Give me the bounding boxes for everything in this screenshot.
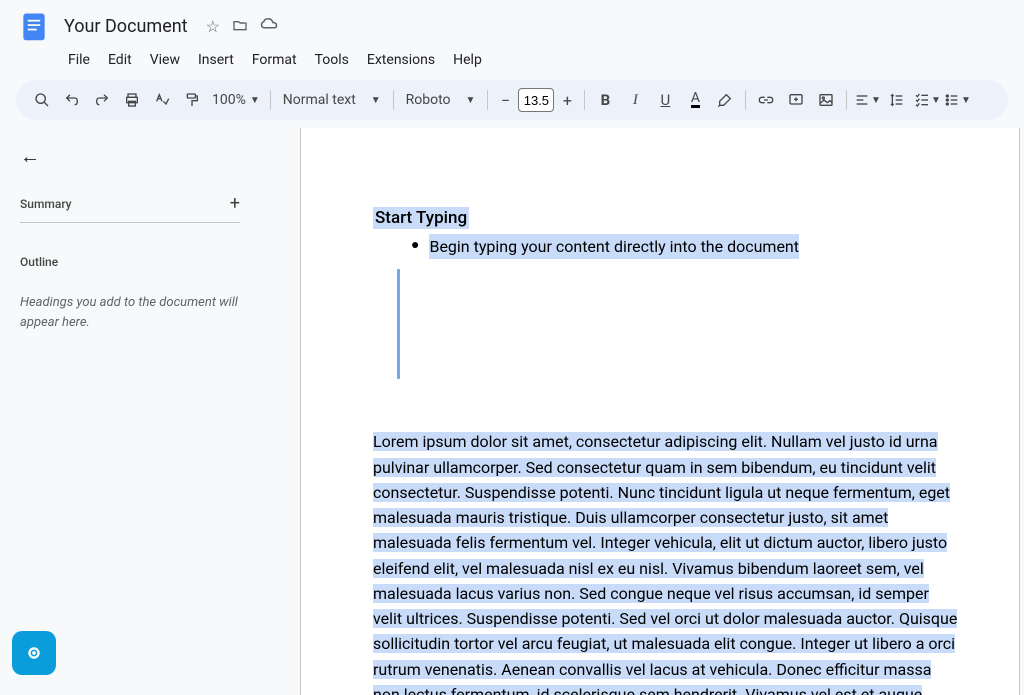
decrease-font-size-button[interactable]: −: [494, 86, 516, 114]
zoom-select[interactable]: 100% ▼: [208, 92, 264, 108]
outline-hint-text: Headings you add to the document will ap…: [20, 293, 240, 332]
print-icon[interactable]: [118, 86, 146, 114]
insert-link-button[interactable]: [752, 86, 780, 114]
menu-view[interactable]: View: [142, 48, 188, 72]
spellcheck-icon[interactable]: [148, 86, 176, 114]
paint-format-icon[interactable]: [178, 86, 206, 114]
menu-edit[interactable]: Edit: [100, 48, 140, 72]
search-icon[interactable]: [28, 86, 56, 114]
italic-button[interactable]: I: [621, 86, 649, 114]
underline-button[interactable]: U: [651, 86, 679, 114]
star-icon[interactable]: ☆: [206, 17, 220, 36]
document-page[interactable]: Start Typing ● Begin typing your content…: [300, 128, 1020, 695]
document-canvas[interactable]: Start Typing ● Begin typing your content…: [260, 128, 1024, 695]
add-comment-button[interactable]: [782, 86, 810, 114]
document-title[interactable]: Your Document: [64, 16, 188, 37]
paragraph-style-select[interactable]: Normal text ▼: [277, 92, 387, 108]
menu-help[interactable]: Help: [445, 48, 490, 72]
add-summary-button[interactable]: +: [230, 193, 240, 214]
explore-button[interactable]: [12, 631, 56, 675]
outline-heading: Outline: [20, 255, 240, 269]
highlight-color-button[interactable]: [711, 86, 739, 114]
menu-tools[interactable]: Tools: [307, 48, 357, 72]
bullet-icon: ●: [411, 234, 419, 256]
summary-heading: Summary: [20, 197, 72, 211]
insert-image-button[interactable]: [812, 86, 840, 114]
move-icon[interactable]: [232, 17, 248, 36]
undo-icon[interactable]: [58, 86, 86, 114]
checklist-button[interactable]: ▼: [913, 86, 941, 114]
font-size-input[interactable]: [518, 88, 554, 112]
document-body[interactable]: Lorem ipsum dolor sit amet, consectetur …: [373, 429, 959, 695]
cloud-icon[interactable]: [260, 17, 278, 36]
docs-logo-icon[interactable]: [16, 8, 52, 44]
font-select[interactable]: Roboto ▼: [400, 92, 482, 108]
menu-extensions[interactable]: Extensions: [359, 48, 443, 72]
align-button[interactable]: ▼: [853, 86, 881, 114]
toolbar: 100% ▼ Normal text ▼ Roboto ▼ − + B I U …: [16, 80, 1008, 120]
back-arrow-icon[interactable]: ←: [20, 144, 240, 169]
menu-file[interactable]: File: [60, 48, 98, 72]
menu-insert[interactable]: Insert: [190, 48, 242, 72]
document-heading[interactable]: Start Typing: [373, 207, 469, 229]
increase-font-size-button[interactable]: +: [556, 86, 578, 114]
document-bullet-text[interactable]: Begin typing your content directly into …: [429, 234, 799, 259]
text-color-button[interactable]: A: [681, 86, 709, 114]
menu-bar: File Edit View Insert Format Tools Exten…: [16, 48, 1008, 72]
line-spacing-button[interactable]: [883, 86, 911, 114]
menu-format[interactable]: Format: [244, 48, 305, 72]
bulleted-list-button[interactable]: ▼: [943, 86, 971, 114]
bold-button[interactable]: B: [591, 86, 619, 114]
redo-icon[interactable]: [88, 86, 116, 114]
selection-cursor: [397, 269, 400, 379]
outline-sidebar: ← Summary + Outline Headings you add to …: [0, 128, 260, 695]
